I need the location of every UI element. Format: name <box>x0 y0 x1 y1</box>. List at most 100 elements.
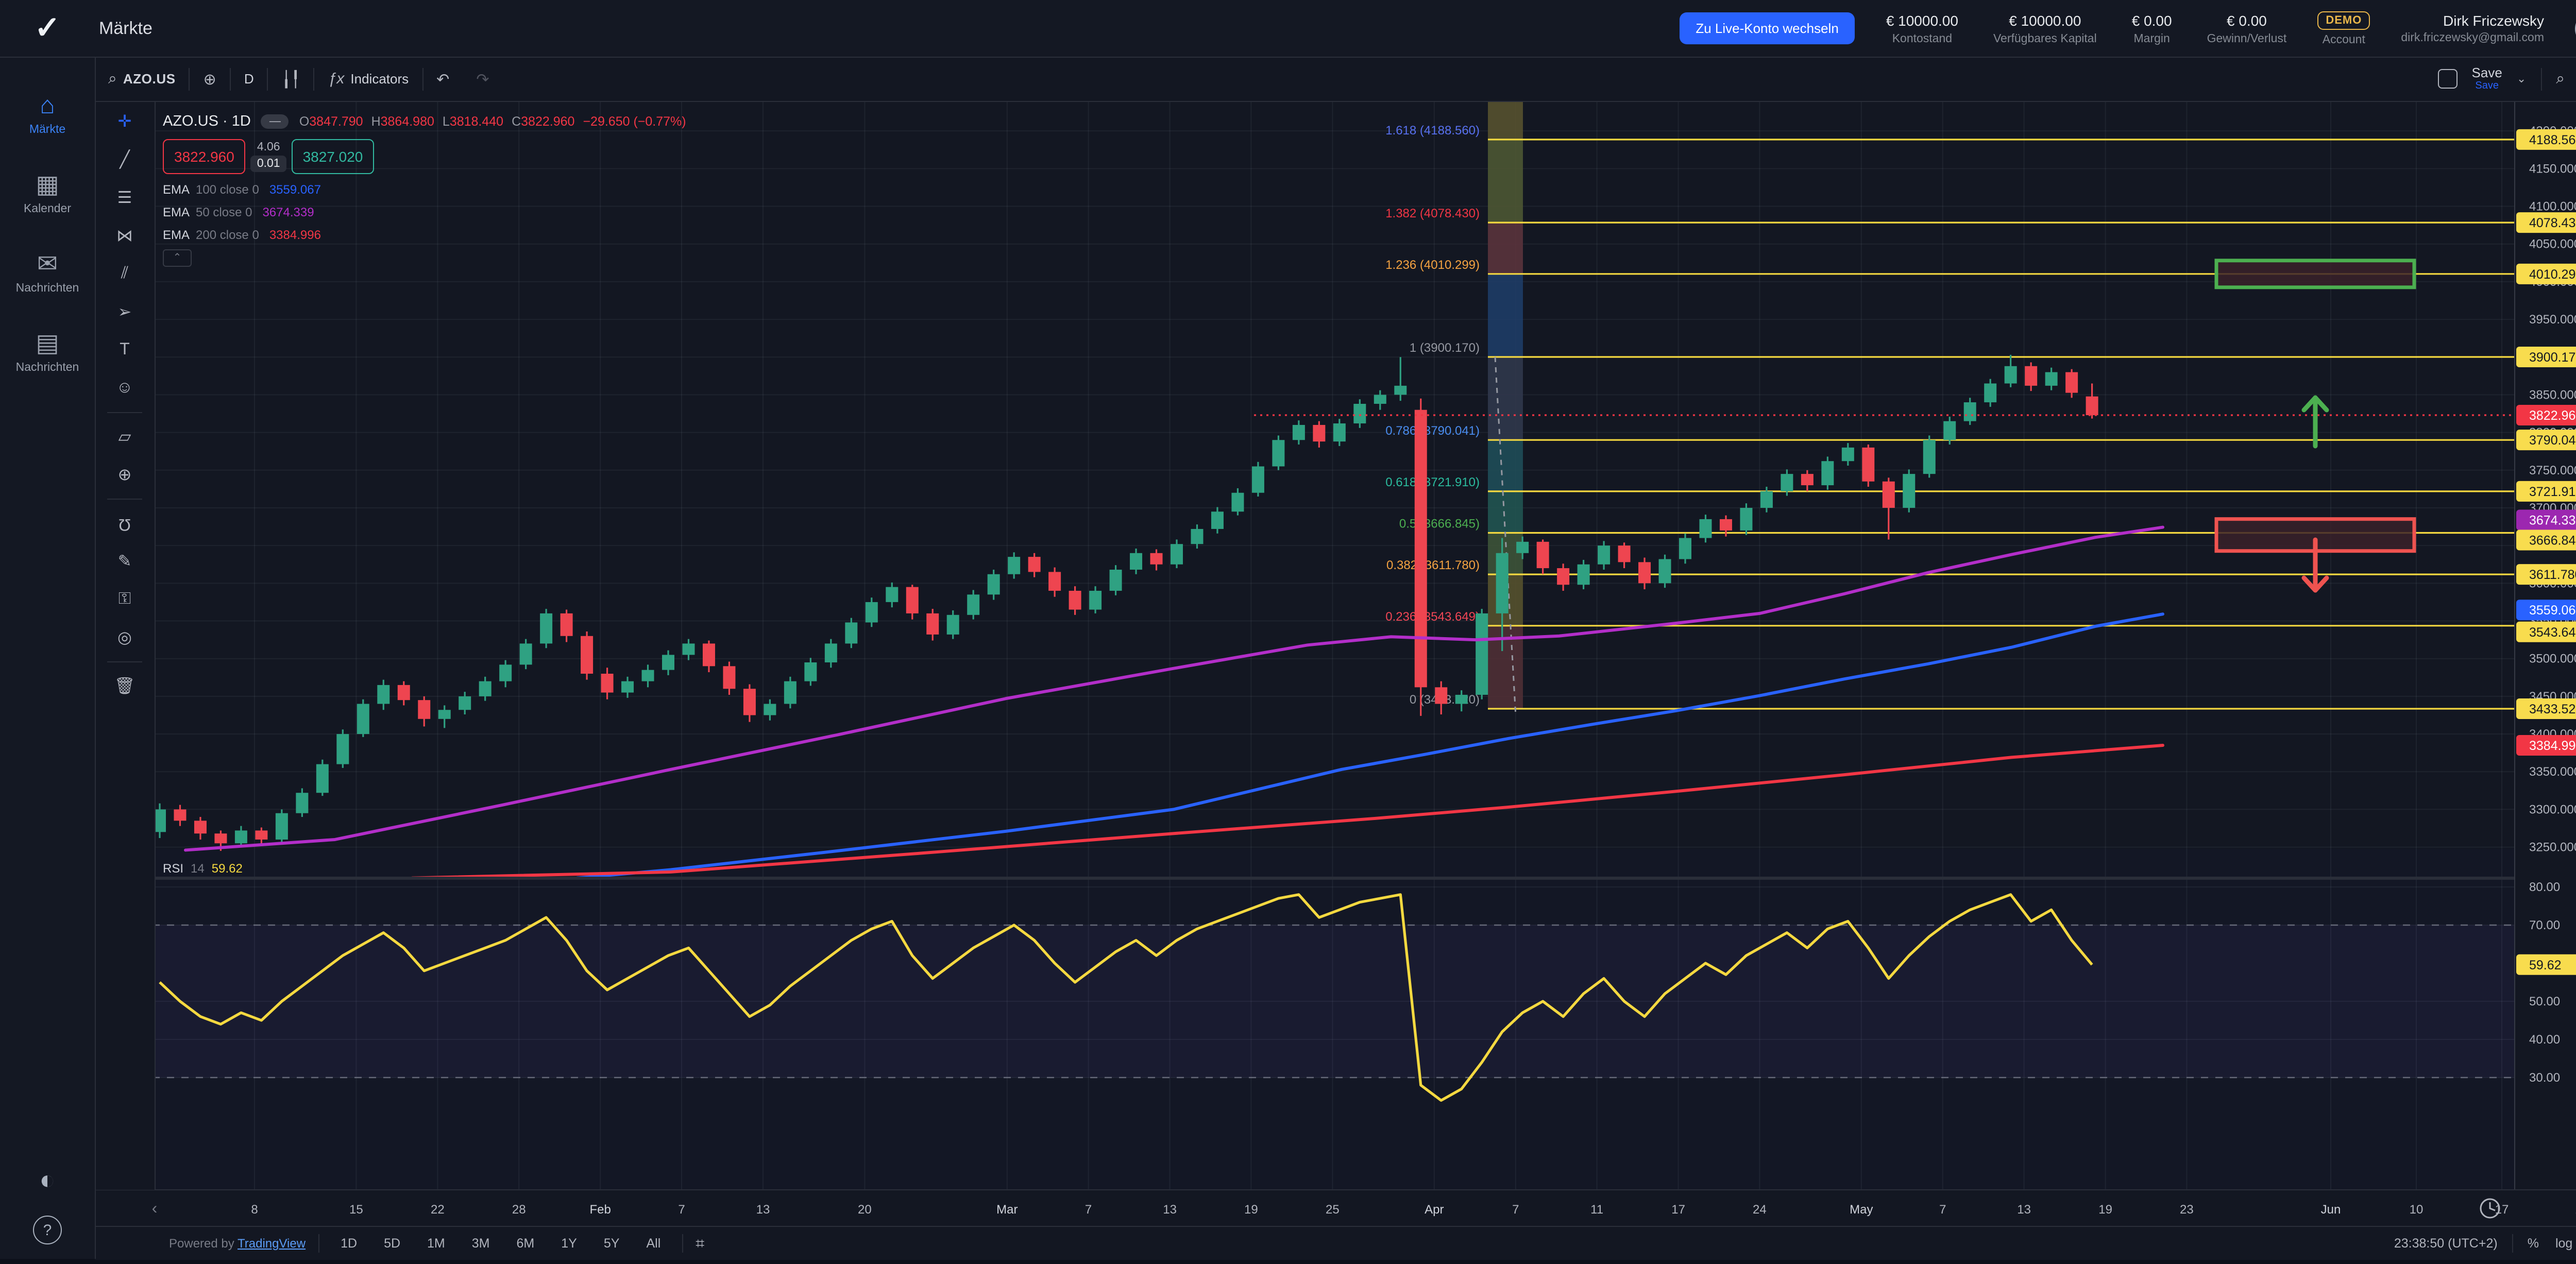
candle-body[interactable] <box>988 574 1000 595</box>
candle-body[interactable] <box>1069 591 1081 610</box>
candle-body[interactable] <box>479 681 492 696</box>
range-button-1y[interactable]: 1Y <box>552 1232 586 1255</box>
scale-button-percent[interactable]: % <box>2528 1236 2539 1251</box>
candle-body[interactable] <box>743 689 756 715</box>
candle-body[interactable] <box>540 613 552 644</box>
candle-body[interactable] <box>520 643 532 664</box>
candle-body[interactable] <box>1903 474 1915 508</box>
text-tool-icon[interactable]: T <box>107 333 142 368</box>
clock-label[interactable]: 23:38:50 (UTC+2) <box>2394 1236 2498 1251</box>
ema-legend-row[interactable]: EMA200 close 0 3384.996 <box>163 228 686 242</box>
candle-body[interactable] <box>1272 440 1284 466</box>
candle-body[interactable] <box>1191 529 1203 544</box>
sidebar-item-nachrichten-2[interactable]: ✉ Nachrichten <box>0 252 95 295</box>
help-icon[interactable]: ? <box>33 1216 62 1244</box>
candle-body[interactable] <box>866 602 878 623</box>
ema-legend-row[interactable]: EMA100 close 0 3559.067 <box>163 182 686 197</box>
candle-body[interactable] <box>601 674 614 693</box>
candle-body[interactable] <box>1557 568 1569 585</box>
range-button-3m[interactable]: 3M <box>463 1232 499 1255</box>
candle-body[interactable] <box>886 587 898 602</box>
tradingview-link[interactable]: TradingView <box>238 1236 306 1251</box>
sell-button[interactable]: 3822.960 <box>163 139 246 174</box>
candle-body[interactable] <box>581 636 593 674</box>
candle-body[interactable] <box>967 594 979 615</box>
sidebar-item-märkte-0[interactable]: ⌂ Märkte <box>0 94 95 136</box>
symbol-search[interactable]: ⌕ AZO.US <box>95 57 189 101</box>
candle-body[interactable] <box>784 681 796 704</box>
legend-collapse-button[interactable]: ⌃ <box>163 249 192 267</box>
legend-symbol[interactable]: AZO.US · 1D <box>163 113 251 130</box>
redo-button[interactable]: ↷ <box>463 57 502 101</box>
candle-body[interactable] <box>377 685 389 704</box>
candle-body[interactable] <box>499 664 512 681</box>
sidebar-item-kalender-1[interactable]: ▦ Kalender <box>0 173 95 215</box>
candle-body[interactable] <box>1008 557 1020 574</box>
candle-body[interactable] <box>1333 423 1346 441</box>
zoom-in-tool-icon[interactable]: ⊕ <box>107 457 142 492</box>
candle-body[interactable] <box>1171 544 1183 565</box>
candle-body[interactable] <box>703 643 715 666</box>
candle-body[interactable] <box>398 685 410 700</box>
candle-body[interactable] <box>235 830 247 843</box>
candle-body[interactable] <box>1028 557 1041 572</box>
range-button-1d[interactable]: 1D <box>331 1232 366 1255</box>
candle-body[interactable] <box>1964 402 1976 421</box>
candle-body[interactable] <box>2065 372 2078 393</box>
magnet-tool-icon[interactable]: Ω <box>107 506 142 541</box>
candle-body[interactable] <box>1781 474 1793 491</box>
candle-body[interactable] <box>1435 687 1447 704</box>
lock-all-icon[interactable]: ⚿ <box>107 582 142 617</box>
candle-body[interactable] <box>418 700 430 719</box>
candle-body[interactable] <box>1394 386 1406 395</box>
ruler-tool-icon[interactable]: ▱ <box>107 419 142 454</box>
candle-body[interactable] <box>1211 511 1224 529</box>
candle-body[interactable] <box>276 813 288 840</box>
fib-retracement-tool-icon[interactable]: ☰ <box>107 180 142 215</box>
candle-body[interactable] <box>1821 461 1834 485</box>
go-to-date-icon[interactable]: ⌗ <box>696 1235 704 1252</box>
emoji-tool-icon[interactable]: ☺ <box>107 371 142 406</box>
ema-legend-row[interactable]: EMA50 close 0 3674.339 <box>163 205 686 219</box>
candle-body[interactable] <box>1883 482 1895 508</box>
candle-body[interactable] <box>1089 591 1101 610</box>
buy-button[interactable]: 3827.020 <box>292 139 375 174</box>
candle-body[interactable] <box>2045 372 2058 386</box>
candle-body[interactable] <box>561 613 573 636</box>
trade-zone-rect[interactable] <box>2216 261 2414 287</box>
candle-body[interactable] <box>1150 553 1163 565</box>
candle-body[interactable] <box>255 830 267 840</box>
save-layout-button[interactable]: Save Save <box>2472 65 2502 92</box>
indicators-button[interactable]: ƒx Indicators <box>315 57 422 101</box>
candle-body[interactable] <box>947 615 959 635</box>
remove-drawings-icon[interactable]: 🗑 <box>107 669 142 704</box>
candle-body[interactable] <box>723 666 735 689</box>
candle-body[interactable] <box>1598 545 1610 565</box>
candle-body[interactable] <box>845 622 857 643</box>
candle-body[interactable] <box>194 821 207 833</box>
candle-body[interactable] <box>926 613 939 635</box>
candle-body[interactable] <box>1231 493 1244 512</box>
candle-body[interactable] <box>336 734 349 764</box>
interval-button[interactable]: D <box>231 57 267 101</box>
pattern-tool-icon[interactable]: ⋈ <box>107 218 142 253</box>
candle-body[interactable] <box>1048 572 1061 591</box>
candle-body[interactable] <box>1984 383 1996 402</box>
candle-body[interactable] <box>214 833 227 843</box>
candle-body[interactable] <box>1313 425 1325 441</box>
chart-area[interactable]: 1.618 (4188.560)1.382 (4078.430)1.236 (4… <box>95 101 2576 1259</box>
candle-body[interactable] <box>2005 366 2017 384</box>
candle-body[interactable] <box>621 681 634 693</box>
candle-body[interactable] <box>296 793 308 813</box>
candle-body[interactable] <box>1476 613 1488 695</box>
candle-body[interactable] <box>357 704 369 735</box>
crosshair-tool-icon[interactable]: ✛ <box>107 104 142 139</box>
candle-body[interactable] <box>1842 448 1854 461</box>
candle-body[interactable] <box>682 643 694 655</box>
candle-body[interactable] <box>1516 542 1529 553</box>
legend-more-icon[interactable]: — <box>261 114 289 129</box>
candle-body[interactable] <box>1720 519 1732 531</box>
range-button-5y[interactable]: 5Y <box>595 1232 629 1255</box>
undo-button[interactable]: ↶ <box>423 57 463 101</box>
candle-body[interactable] <box>642 670 654 681</box>
